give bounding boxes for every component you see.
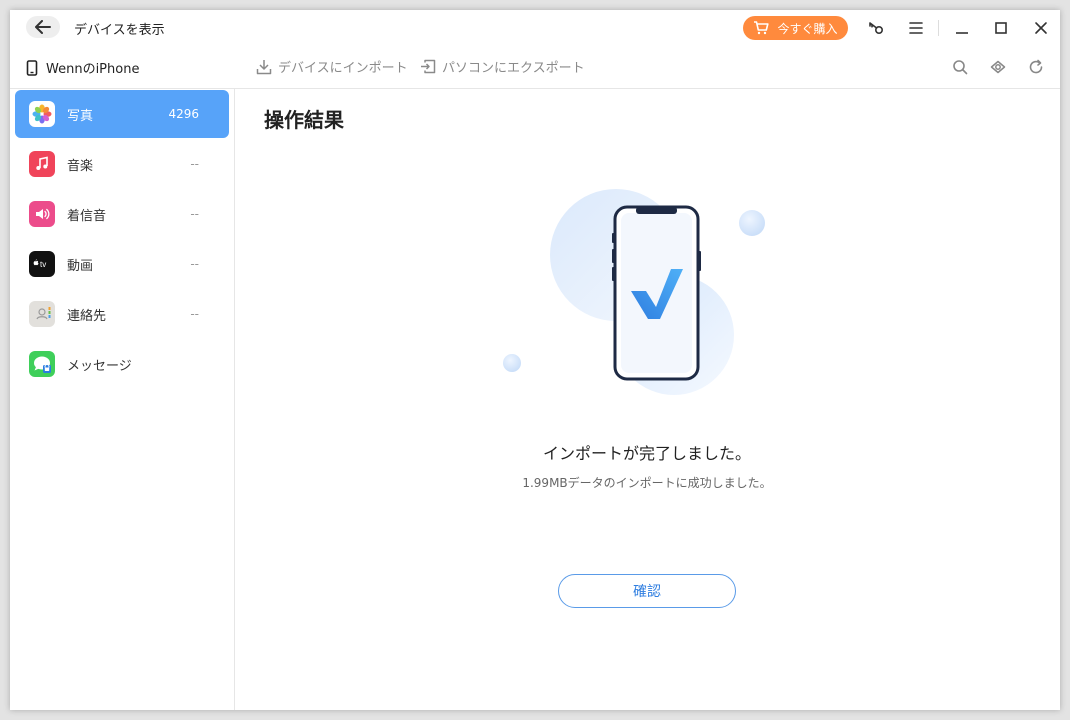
close-button[interactable] bbox=[1031, 18, 1051, 38]
import-to-device-button[interactable]: デバイスにインポート bbox=[256, 57, 408, 76]
menu-button[interactable] bbox=[906, 18, 926, 38]
close-icon bbox=[1035, 22, 1047, 34]
sidebar-item-label: メッセージ bbox=[67, 358, 132, 374]
import-icon bbox=[256, 59, 272, 74]
page-title: 操作結果 bbox=[264, 108, 344, 132]
refresh-button[interactable] bbox=[1026, 57, 1046, 77]
export-label: パソコンにエクスポート bbox=[442, 61, 585, 76]
sidebar-item-label: 連絡先 bbox=[67, 308, 107, 324]
app-window: デバイスを表示 今すぐ購入 WennのiPhone デバイスにインポート パソコ… bbox=[10, 10, 1060, 710]
minimize-button[interactable] bbox=[952, 18, 972, 38]
device-name-label: WennのiPhone bbox=[46, 62, 140, 77]
sidebar-item-label: 動画 bbox=[67, 258, 94, 274]
sidebar-item-music[interactable]: 音楽 -- bbox=[15, 140, 229, 188]
sidebar-item-label: 写真 bbox=[67, 108, 94, 124]
result-subtitle: 1.99MBデータのインポートに成功しました。 bbox=[522, 476, 772, 490]
sidebar-item-label: 音楽 bbox=[67, 158, 94, 174]
sidebar-item-ringtones[interactable]: 着信音 -- bbox=[15, 190, 229, 238]
sidebar-item-count: -- bbox=[190, 157, 199, 171]
sidebar-item-videos[interactable]: tv 動画 -- bbox=[15, 240, 229, 288]
refresh-icon bbox=[1029, 59, 1043, 74]
sidebar-item-count: 4296 bbox=[168, 107, 199, 121]
search-icon bbox=[953, 60, 968, 75]
back-button[interactable] bbox=[26, 16, 60, 38]
buy-now-label: 今すぐ購入 bbox=[777, 21, 838, 36]
export-to-pc-button[interactable]: パソコンにエクスポート bbox=[420, 57, 585, 76]
export-icon bbox=[421, 59, 436, 73]
messages-icon bbox=[29, 351, 55, 377]
window-title: デバイスを表示 bbox=[74, 23, 165, 38]
phone-icon bbox=[26, 59, 38, 76]
success-illustration bbox=[488, 185, 768, 395]
sidebar-item-photos[interactable]: 写真 4296 bbox=[15, 90, 229, 138]
key-button[interactable] bbox=[866, 18, 886, 38]
preview-button[interactable] bbox=[988, 57, 1008, 77]
sidebar-item-count: -- bbox=[190, 257, 199, 271]
sidebar-item-count: -- bbox=[190, 207, 199, 221]
titlebar-divider bbox=[938, 20, 939, 36]
import-label: デバイスにインポート bbox=[278, 61, 408, 76]
result-title: インポートが完了しました。 bbox=[542, 444, 751, 463]
buy-now-button[interactable]: 今すぐ購入 bbox=[743, 16, 848, 40]
sidebar-item-contacts[interactable]: 連絡先 -- bbox=[15, 290, 229, 338]
sidebar-item-count: -- bbox=[190, 307, 199, 321]
sidebar-item-label: 着信音 bbox=[67, 208, 107, 224]
contacts-icon bbox=[29, 301, 55, 327]
cart-icon bbox=[754, 21, 770, 35]
tv-icon: tv bbox=[29, 251, 55, 277]
sidebar-item-messages[interactable]: メッセージ bbox=[15, 340, 229, 388]
minimize-icon bbox=[956, 32, 968, 34]
music-icon bbox=[29, 151, 55, 177]
sidebar: 写真 4296 音楽 -- 着信音 -- tv 動画 -- 連絡先 -- メッセ… bbox=[10, 88, 235, 710]
title-bar: デバイスを表示 今すぐ購入 bbox=[10, 10, 1060, 46]
confirm-label: 確認 bbox=[633, 584, 661, 600]
ringtone-icon bbox=[29, 201, 55, 227]
key-icon bbox=[869, 22, 884, 35]
confirm-button[interactable]: 確認 bbox=[558, 574, 736, 608]
eye-icon bbox=[990, 60, 1006, 74]
svg-text:tv: tv bbox=[40, 260, 46, 269]
arrow-left-icon bbox=[35, 20, 51, 34]
maximize-icon bbox=[995, 22, 1007, 34]
menu-icon bbox=[909, 22, 923, 34]
maximize-button[interactable] bbox=[991, 18, 1011, 38]
device-selector[interactable]: WennのiPhone bbox=[26, 58, 139, 77]
photos-icon bbox=[29, 101, 55, 127]
search-button[interactable] bbox=[950, 57, 970, 77]
